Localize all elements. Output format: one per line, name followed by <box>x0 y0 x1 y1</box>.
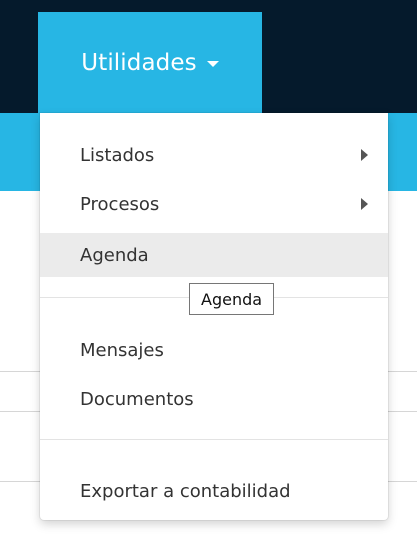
background-divider <box>388 481 417 482</box>
utilidades-menu-tab[interactable]: Utilidades <box>38 12 262 113</box>
menu-item-label: Mensajes <box>80 339 164 361</box>
menu-item-listados[interactable]: Listados <box>40 133 388 177</box>
menu-item-label: Documentos <box>80 388 194 410</box>
menu-item-mensajes[interactable]: Mensajes <box>40 328 388 372</box>
utilidades-tab-label: Utilidades <box>81 49 197 76</box>
caret-down-icon <box>206 61 219 67</box>
chevron-right-icon <box>361 198 368 210</box>
menu-item-label: Exportar a contabilidad <box>80 480 291 502</box>
background-divider <box>0 411 40 412</box>
secondary-bar-left <box>0 113 40 191</box>
menu-item-label: Procesos <box>80 193 160 215</box>
agenda-tooltip: Agenda <box>189 283 275 315</box>
background-divider <box>0 371 40 372</box>
background-divider <box>388 411 417 412</box>
menu-item-label: Agenda <box>80 244 149 266</box>
menu-item-documentos[interactable]: Documentos <box>40 377 388 421</box>
menu-item-procesos[interactable]: Procesos <box>40 182 388 226</box>
tooltip-text: Agenda <box>201 289 263 309</box>
background-divider <box>0 481 40 482</box>
app-screen: Utilidades Listados Procesos Agenda Mens… <box>0 0 417 538</box>
utilidades-dropdown-menu: Listados Procesos Agenda Mensajes Docume… <box>40 113 388 520</box>
menu-item-label: Listados <box>80 144 155 166</box>
menu-divider <box>40 439 388 440</box>
menu-item-exportar-a-contabilidad[interactable]: Exportar a contabilidad <box>40 469 388 513</box>
secondary-bar-right <box>388 113 417 191</box>
menu-item-agenda[interactable]: Agenda <box>40 233 388 277</box>
background-divider <box>388 371 417 372</box>
chevron-right-icon <box>361 149 368 161</box>
